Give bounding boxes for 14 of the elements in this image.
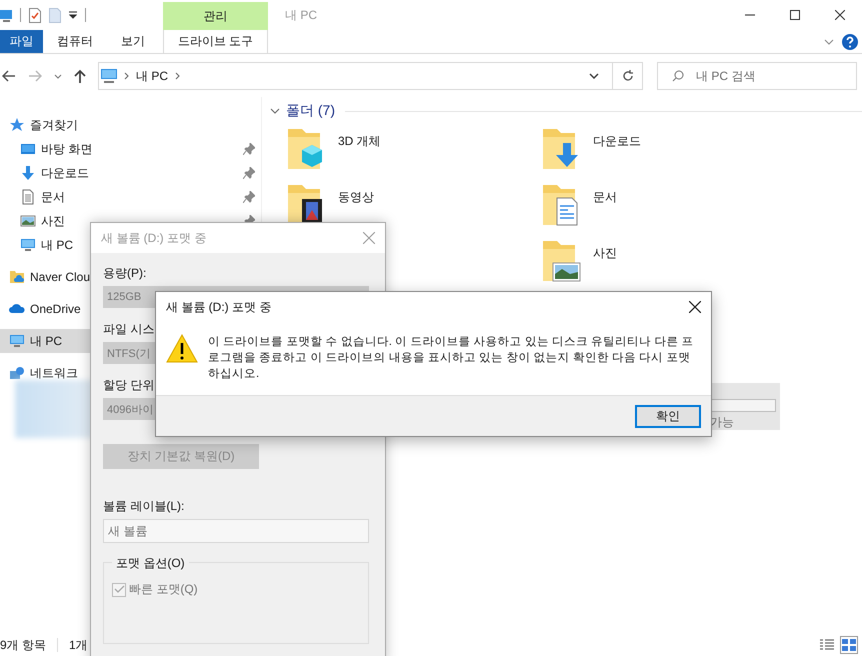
checkbox-label: 빠른 포맷(Q) xyxy=(129,581,198,598)
field-label: 파일 시스 xyxy=(103,321,156,338)
group-legend: 포맷 옵션(O) xyxy=(112,555,189,572)
field-label: 볼륨 레이블(L): xyxy=(103,498,186,515)
window-title: 내 PC xyxy=(284,6,318,24)
drive-free-text: 가능 xyxy=(710,414,734,431)
message-text: 이 드라이브를 포맷할 수 없습니다. 이 드라이브를 사용하고 있는 디스크 유틸리티나 다른 프로그램을 종료하고 이 드라이브의 내용을 표시하고 있는 창이 없는지 확인한 다음 다시 포맷하십시오. xyxy=(208,335,695,382)
status-text: 1개 xyxy=(69,636,88,654)
context-tab-group-header: 관리 xyxy=(163,2,268,30)
dialog-title: 새 볼륨 (D:) 포맷 중 xyxy=(166,298,272,316)
status-text: 9개 항목 xyxy=(0,636,46,654)
field-label: 용량(P): xyxy=(103,265,148,282)
field-label: 할당 단위 xyxy=(103,377,156,394)
dialog-title: 새 볼륨 (D:) 포맷 중 xyxy=(101,230,206,246)
